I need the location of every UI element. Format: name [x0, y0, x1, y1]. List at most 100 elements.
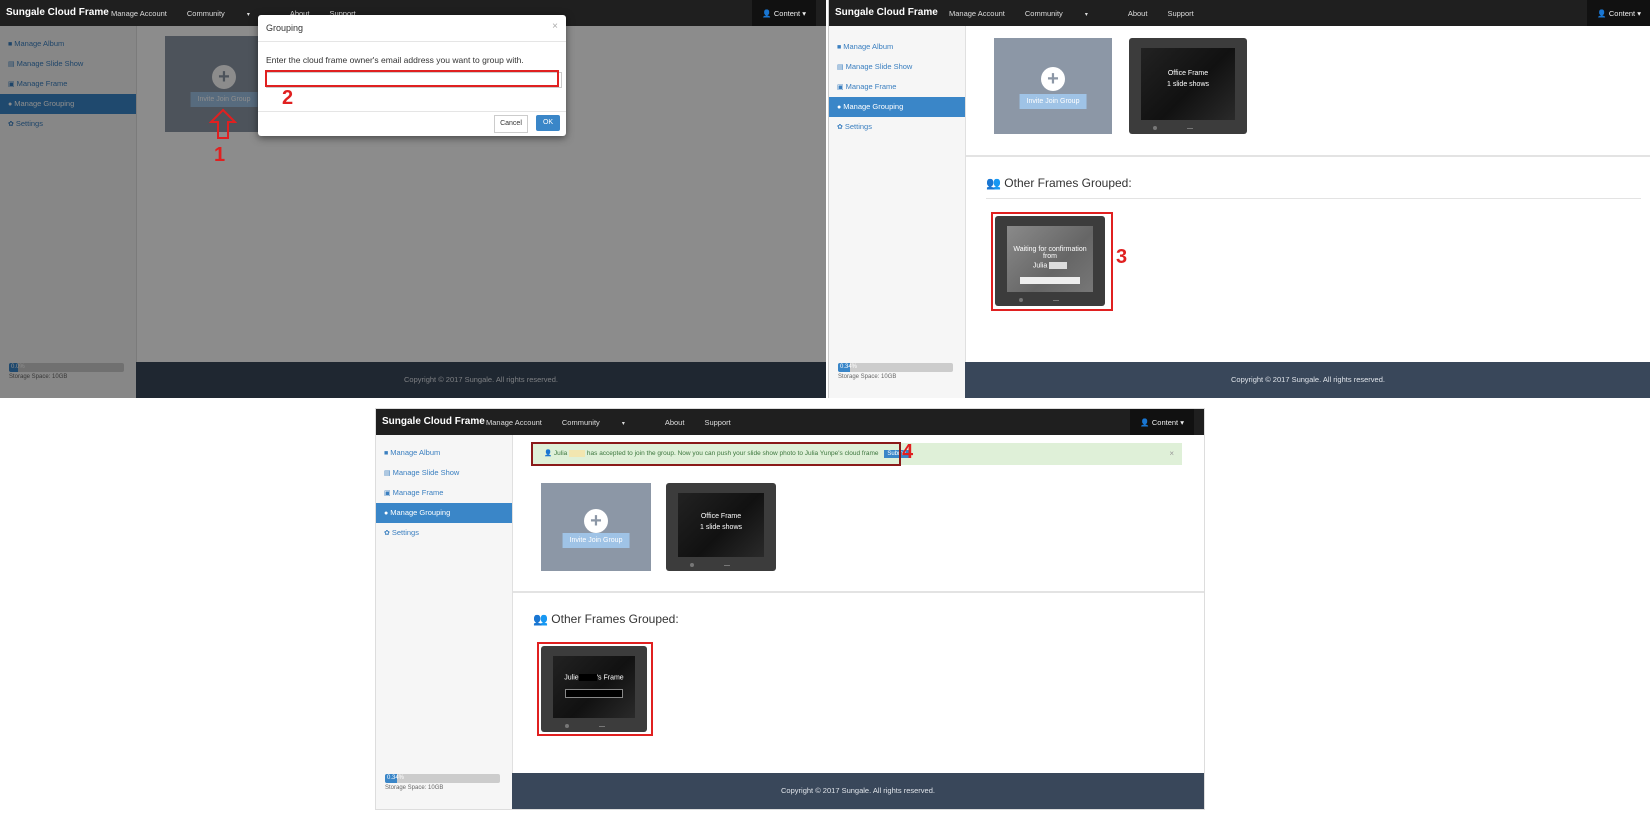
section-title-text: Other Frames Grouped:	[1004, 176, 1132, 190]
own-frame-card[interactable]: Office Frame 1 slide shows	[666, 483, 776, 571]
user-menu-label: Content	[773, 8, 801, 18]
step-label-1: 1	[214, 144, 226, 166]
divider	[258, 111, 566, 112]
user-icon: 👤	[1140, 417, 1150, 427]
sidebar-item-manage-grouping[interactable]: ● Manage Grouping	[376, 503, 512, 523]
camera-icon: ■	[837, 44, 842, 51]
frame-slide-count: 1 slide shows	[1166, 81, 1210, 88]
user-menu-label: Content	[1151, 417, 1179, 427]
invite-join-group-button[interactable]: Invite Join Group	[562, 533, 630, 548]
sidebar-item-manage-frame[interactable]: ▣ Manage Frame	[829, 77, 965, 97]
gear-icon: ✿	[384, 530, 390, 537]
sidebar-item-settings[interactable]: ✿ Settings	[829, 117, 965, 137]
top-navbar: Sungale Cloud Frame Manage Account Commu…	[376, 409, 1204, 435]
sidebar-item-manage-frame[interactable]: ▣ Manage Frame	[376, 483, 512, 503]
invite-card[interactable]: + Invite Join Group	[541, 483, 651, 571]
nav-manage-account[interactable]: Manage Account	[486, 418, 542, 427]
footer: Copyright © 2017 Sungale. All rights res…	[965, 362, 1650, 398]
step-label-3: 3	[1116, 246, 1128, 268]
plus-icon: +	[584, 509, 608, 533]
sidebar: ■ Manage Album ▤ Manage Slide Show ▣ Manage…	[376, 435, 513, 809]
frame-screen: Office Frame 1 slide shows	[678, 493, 764, 557]
picture-icon: ▣	[837, 84, 844, 91]
frame-led	[1187, 128, 1193, 129]
user-menu[interactable]: 👤 Content ▾	[1130, 409, 1194, 435]
footer: Copyright © 2017 Sungale. All rights res…	[512, 773, 1204, 809]
nav-community[interactable]: Community ▾	[1025, 9, 1108, 18]
sidebar-item-manage-album[interactable]: ■ Manage Album	[829, 37, 965, 57]
top-nav: Manage Account Community ▾ About Support	[949, 0, 1214, 26]
film-icon: ▤	[384, 470, 391, 477]
nav-manage-account[interactable]: Manage Account	[949, 9, 1005, 18]
nav-community[interactable]: Community ▾	[562, 418, 645, 427]
film-icon: ▤	[837, 64, 844, 71]
divider	[986, 198, 1641, 199]
user-icon: 👤	[1597, 8, 1607, 18]
storage-meter: 0.34% Storage Space: 10GB	[385, 774, 500, 791]
screenshot-panel-1: Sungale Cloud Frame Manage Account Commu…	[0, 0, 826, 398]
own-frame-card[interactable]: Office Frame 1 slide shows	[1129, 38, 1247, 134]
sidebar-item-manage-slide-show[interactable]: ▤ Manage Slide Show	[376, 463, 512, 483]
user-menu[interactable]: 👤 Content ▾	[752, 0, 816, 26]
sidebar: ■ Manage Album ▤ Manage Slide Show ▣ Manage…	[829, 26, 966, 398]
storage-percent: 0.34%	[840, 364, 858, 370]
close-icon[interactable]: ×	[552, 21, 558, 32]
top-navbar: Sungale Cloud Frame Manage Account Commu…	[829, 0, 1650, 26]
frame-screen: Office Frame 1 slide shows	[1141, 48, 1235, 120]
brand-logo[interactable]: Sungale Cloud Frame	[382, 416, 485, 427]
cancel-button[interactable]: Cancel	[494, 115, 528, 133]
divider	[513, 591, 1204, 593]
frame-button-icon	[1153, 126, 1157, 130]
nav-community-label: Community	[186, 8, 225, 18]
ok-button[interactable]: OK	[536, 115, 560, 131]
caret-down-icon: ▾	[800, 8, 806, 18]
sidebar-item-label: Manage Slide Show	[392, 468, 460, 477]
sidebar-item-label: Manage Grouping	[390, 508, 451, 517]
nav-support[interactable]: Support	[1167, 9, 1193, 18]
arrow-up-annotation-icon	[209, 108, 237, 139]
nav-support[interactable]: Support	[704, 418, 730, 427]
sidebar-item-label: Settings	[844, 122, 872, 131]
sidebar-item-label: Manage Slide Show	[845, 62, 913, 71]
caret-down-icon: ▾	[621, 420, 625, 427]
users-icon: 👥	[986, 176, 1001, 190]
brand-logo[interactable]: Sungale Cloud Frame	[835, 7, 938, 18]
sidebar-item-manage-slide-show[interactable]: ▤ Manage Slide Show	[829, 57, 965, 77]
frame-slide-count: 1 slide shows	[699, 524, 743, 531]
main-content: + Invite Join Group Office Frame 1 slide…	[513, 435, 1204, 773]
nav-about[interactable]: About	[665, 418, 685, 427]
caret-down-icon: ▾	[1635, 8, 1641, 18]
gear-icon: ✿	[837, 124, 843, 131]
highlight-box	[265, 70, 559, 87]
plus-icon: +	[1041, 67, 1065, 91]
picture-icon: ▣	[384, 490, 391, 497]
main-content: + Invite Join Group Office Frame 1 slide…	[966, 26, 1650, 362]
invite-card[interactable]: + Invite Join Group	[994, 38, 1112, 134]
sidebar-item-label: Manage Album	[390, 448, 441, 457]
top-nav: Manage Account Community ▾ About Support	[486, 409, 751, 435]
sidebar-item-manage-album[interactable]: ■ Manage Album	[376, 443, 512, 463]
brand-logo[interactable]: Sungale Cloud Frame	[6, 7, 109, 18]
invite-join-group-button[interactable]: Invite Join Group	[1019, 94, 1087, 109]
nav-about[interactable]: About	[1128, 9, 1148, 18]
sidebar-item-label: Manage Grouping	[843, 102, 904, 111]
frame-name: Office Frame	[700, 513, 742, 520]
caret-down-icon: ▾	[1178, 417, 1184, 427]
user-icon: 👤	[762, 8, 772, 18]
sidebar-item-settings[interactable]: ✿ Settings	[376, 523, 512, 543]
sidebar-item-manage-grouping[interactable]: ● Manage Grouping	[829, 97, 965, 117]
sidebar-item-label: Manage Album	[843, 42, 894, 51]
nav-community-label: Community	[561, 417, 600, 427]
section-title-text: Other Frames Grouped:	[551, 612, 679, 626]
highlight-box	[537, 642, 653, 736]
caret-down-icon: ▾	[246, 11, 250, 18]
divider	[258, 41, 566, 42]
storage-label: Storage Space: 10GB	[838, 374, 897, 380]
highlight-box	[991, 212, 1113, 311]
users-icon: ●	[384, 510, 389, 517]
users-icon: ●	[837, 104, 842, 111]
screenshot-panel-3: Sungale Cloud Frame Manage Account Commu…	[375, 408, 1205, 810]
nav-manage-account[interactable]: Manage Account	[111, 9, 167, 18]
divider	[966, 155, 1650, 157]
user-menu[interactable]: 👤 Content ▾	[1587, 0, 1650, 26]
